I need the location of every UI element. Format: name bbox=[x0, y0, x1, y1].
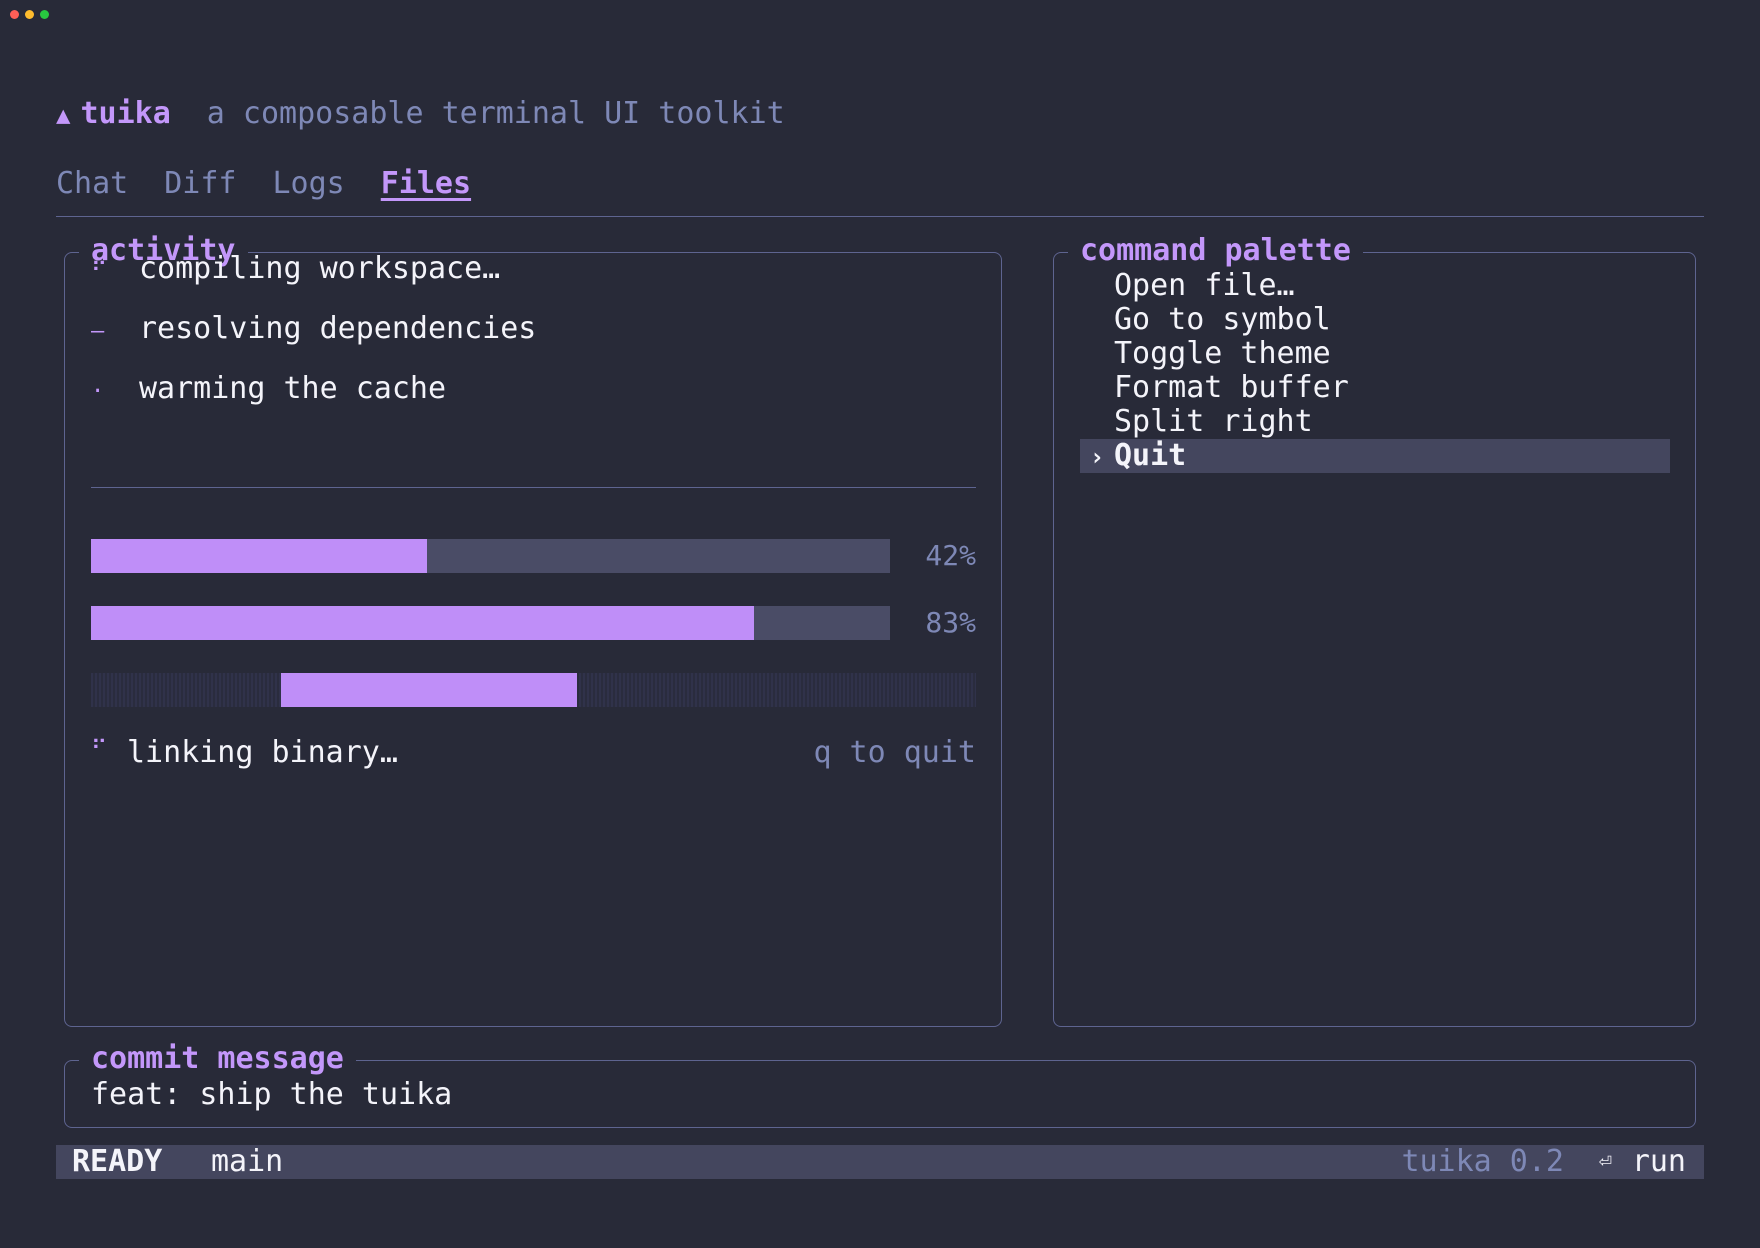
task-row: ⠋ compiling workspace… bbox=[91, 251, 500, 290]
quit-hint: q to quit bbox=[813, 735, 976, 770]
commit-message-input[interactable]: feat: ship the tuika bbox=[91, 1077, 452, 1112]
command-item-toggle-theme[interactable]: Toggle theme bbox=[1080, 337, 1670, 371]
task-row: — resolving dependencies bbox=[91, 311, 536, 350]
close-window-icon[interactable] bbox=[10, 10, 19, 19]
indeterminate-fill bbox=[281, 673, 577, 707]
spinner-icon: ⠋ bbox=[91, 737, 108, 762]
command-item-format-buffer[interactable]: Format buffer bbox=[1080, 371, 1670, 405]
activity-divider bbox=[91, 487, 976, 488]
indeterminate-progress-bar bbox=[91, 673, 976, 707]
tab-diff[interactable]: Diff bbox=[164, 166, 236, 201]
command-item-quit[interactable]: › Quit bbox=[1080, 439, 1670, 473]
command-label: Split right bbox=[1114, 404, 1313, 439]
command-item-split-right[interactable]: Split right bbox=[1080, 405, 1670, 439]
progress-bar: 42% bbox=[91, 539, 976, 573]
progress-fill bbox=[91, 539, 427, 573]
maximize-window-icon[interactable] bbox=[40, 10, 49, 19]
app-tagline: a composable terminal UI toolkit bbox=[206, 96, 785, 131]
run-action[interactable]: run bbox=[1632, 1145, 1686, 1179]
activity-status-label: linking binary… bbox=[127, 735, 398, 770]
enter-key-icon: ⏎ bbox=[1598, 1149, 1612, 1174]
spinner-icon: ⠋ bbox=[91, 259, 108, 284]
progress-track bbox=[91, 539, 890, 573]
dot-spinner-icon: · bbox=[91, 379, 105, 404]
commit-message-panel: commit message feat: ship the tuika bbox=[64, 1041, 1696, 1128]
tab-divider bbox=[56, 216, 1704, 217]
command-palette-panel: command palette Open file… Go to symbol … bbox=[1053, 233, 1696, 1027]
command-label: Toggle theme bbox=[1114, 336, 1331, 371]
version-label: tuika 0.2 bbox=[1401, 1144, 1564, 1179]
branch-name: main bbox=[211, 1144, 284, 1179]
progress-track bbox=[91, 606, 890, 640]
activity-panel: activity ⠋ compiling workspace… — resolvin… bbox=[64, 233, 1002, 1027]
activity-status-row: ⠋ linking binary… q to quit bbox=[91, 735, 976, 775]
minimize-window-icon[interactable] bbox=[25, 10, 34, 19]
commit-message-title: commit message bbox=[79, 1041, 356, 1077]
command-palette-title: command palette bbox=[1068, 233, 1363, 269]
app-name: tuika bbox=[80, 96, 171, 131]
chevron-right-icon: › bbox=[1089, 443, 1105, 471]
progress-percent: 83% bbox=[925, 606, 976, 639]
command-label: Open file… bbox=[1114, 268, 1295, 303]
command-item-go-to-symbol[interactable]: Go to symbol bbox=[1080, 303, 1670, 337]
progress-bar: 83% bbox=[91, 606, 976, 640]
task-label: warming the cache bbox=[139, 371, 447, 406]
task-row: · warming the cache bbox=[91, 371, 446, 410]
command-label: Go to symbol bbox=[1114, 302, 1331, 337]
tab-bar: Chat Diff Logs Files bbox=[56, 166, 471, 201]
window-controls bbox=[10, 10, 49, 19]
app-header: ▲ tuika a composable terminal UI toolkit bbox=[56, 96, 785, 131]
tab-files[interactable]: Files bbox=[381, 166, 471, 201]
command-item-open-file[interactable]: Open file… bbox=[1080, 269, 1670, 303]
progress-fill bbox=[91, 606, 755, 640]
status-bar: READY main tuika 0.2 ⏎ run bbox=[56, 1145, 1704, 1179]
task-label: compiling workspace… bbox=[139, 251, 501, 286]
command-label: Quit bbox=[1114, 438, 1187, 473]
dash-spinner-icon: — bbox=[91, 319, 105, 344]
task-label: resolving dependencies bbox=[139, 311, 537, 346]
tab-logs[interactable]: Logs bbox=[273, 166, 345, 201]
triangle-logo-icon: ▲ bbox=[56, 101, 71, 129]
mode-indicator: READY bbox=[72, 1144, 163, 1179]
tab-chat[interactable]: Chat bbox=[56, 166, 128, 201]
progress-percent: 42% bbox=[925, 539, 976, 572]
command-list: Open file… Go to symbol Toggle theme For… bbox=[1080, 269, 1670, 473]
command-label: Format buffer bbox=[1114, 370, 1349, 405]
